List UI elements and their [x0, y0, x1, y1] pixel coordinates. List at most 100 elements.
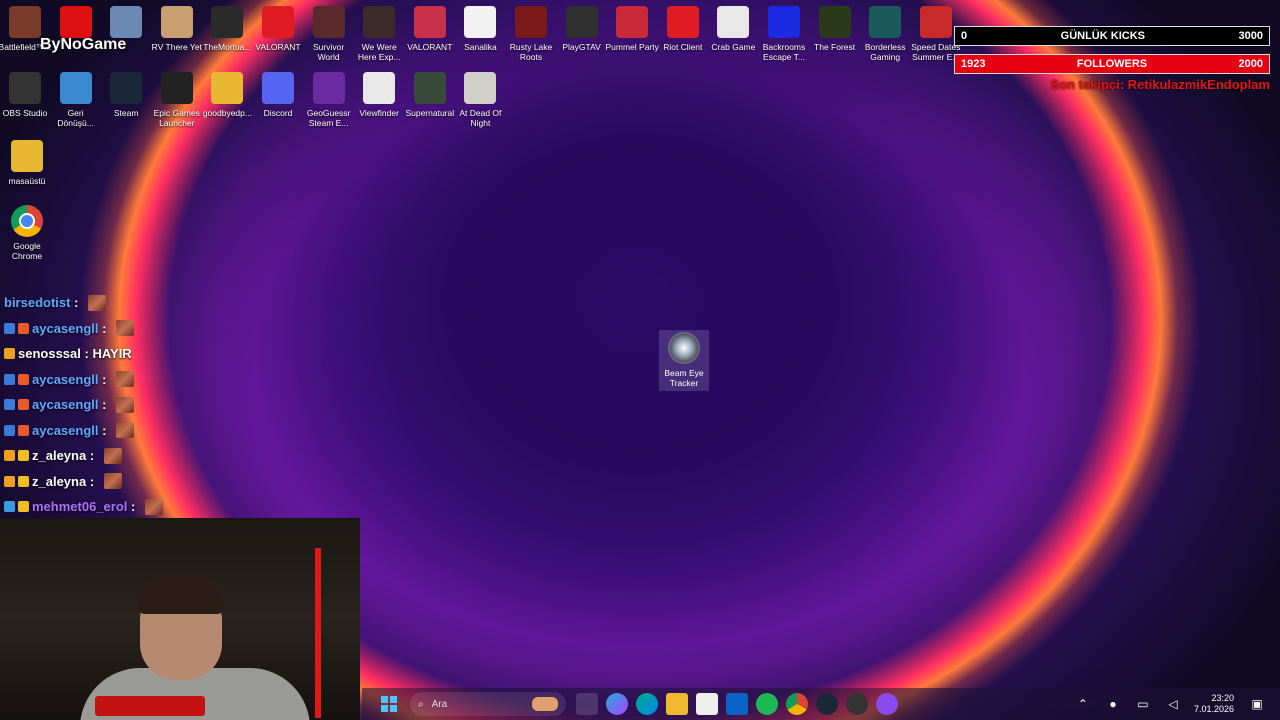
chat-username: aycasengll: [32, 320, 99, 336]
chat-badge-icon: [4, 322, 15, 334]
desktop-icon-label: VALORANT: [407, 42, 453, 52]
desktop-icon-label: At Dead Of Night: [459, 108, 502, 128]
desktop-icon-label: Geri Dönüşü...: [57, 108, 94, 128]
app-icon: [211, 6, 244, 38]
desktop-icon[interactable]: Steam: [99, 72, 153, 118]
chat-badge-icon: [4, 373, 15, 385]
edge-icon[interactable]: [636, 693, 658, 715]
chat-overlay: birsedotist : aycasengll : senosssal : H…: [4, 290, 354, 520]
app-icon: [160, 6, 193, 38]
desktop-icon[interactable]: Crab Game: [706, 6, 760, 52]
desktop-icon-beam-eye-tracker[interactable]: Beam Eye Tracker: [659, 330, 709, 391]
desktop-icon[interactable]: Viewfinder: [352, 72, 406, 118]
volume-icon[interactable]: ◁: [1162, 693, 1184, 715]
outlook-icon[interactable]: [726, 693, 748, 715]
desktop-icon-label: Riot Client: [663, 42, 703, 52]
app-icon: [363, 6, 396, 38]
followers-goal-bar: 1923 FOLLOWERS 2000: [954, 54, 1270, 74]
chat-username: senosssal: [18, 346, 81, 362]
chat-separator: :: [98, 397, 111, 413]
desktop-icon[interactable]: RV There Yet: [150, 6, 204, 52]
desktop-icon[interactable]: Discord: [251, 72, 305, 118]
copilot-icon[interactable]: [606, 693, 628, 715]
desktop-icon-label: Beam Eye Tracker: [664, 368, 704, 388]
chat-badge-icon: [18, 399, 29, 411]
desktop-icon[interactable]: Epic Games Launcher: [150, 72, 204, 128]
app-icon: [464, 6, 497, 38]
desktop-icon[interactable]: The Forest: [808, 6, 862, 52]
desktop-icon[interactable]: Geri Dönüşü...: [49, 72, 103, 128]
microphone-icon[interactable]: ●: [1102, 693, 1124, 715]
desktop-icon[interactable]: Rusty Lake Roots: [504, 6, 558, 62]
chat-username: z_aleyna: [32, 448, 87, 464]
chat-message: birsedotist :: [4, 290, 354, 316]
desktop-icon-label: Discord: [263, 108, 293, 118]
chat-message: mehmet06_erol :: [4, 494, 354, 520]
chat-username: z_aleyna: [32, 473, 87, 489]
file-explorer-icon[interactable]: [666, 693, 688, 715]
desktop-icon[interactable]: Pummel Party: [605, 6, 659, 52]
chat-separator: :: [86, 473, 98, 489]
steam-taskbar-icon[interactable]: [816, 693, 838, 715]
windows-start-icon[interactable]: [378, 693, 400, 715]
chat-emote-icon: [116, 396, 135, 413]
chat-emote-icon: [116, 371, 135, 388]
app-icon: [110, 6, 143, 38]
spotify-icon[interactable]: [756, 693, 778, 715]
chevron-up-icon[interactable]: ⌃: [1072, 693, 1094, 715]
desktop-icon[interactable]: OBS Studio: [0, 72, 52, 118]
desktop-icon-label: We Were Here Exp...: [357, 42, 401, 62]
desktop-icon[interactable]: Riot Client: [656, 6, 710, 52]
desktop-icon[interactable]: VALORANT: [251, 6, 305, 52]
app-icon: [413, 72, 446, 104]
desktop-icon[interactable]: Survivor World: [302, 6, 356, 62]
system-tray: ⌃ ● ▭ ◁ 23:20 7.01.2026 ▣: [1068, 688, 1272, 720]
desktop-icon[interactable]: We Were Here Exp...: [352, 6, 406, 62]
twitch-app-icon[interactable]: [876, 693, 898, 715]
desktop-icon-label: Rusty Lake Roots: [509, 42, 553, 62]
chat-separator: :: [98, 371, 111, 387]
desktop-icon-label: TheMortua...: [203, 42, 252, 52]
app-icon: [515, 6, 547, 38]
desktop-icon-label: Borderless Gaming: [864, 42, 906, 62]
obs-taskbar-icon[interactable]: [846, 693, 868, 715]
chat-badge-icon: [18, 424, 29, 436]
chrome-taskbar-icon[interactable]: [786, 693, 808, 715]
webcam-person-hair: [138, 574, 224, 614]
desktop-icon[interactable]: Borderless Gaming: [858, 6, 912, 62]
chat-badge-icon: [4, 348, 15, 360]
app-icon: [9, 72, 41, 104]
network-icon[interactable]: ▭: [1132, 693, 1154, 715]
desktop-icon-label: goodbyedp...: [202, 108, 252, 118]
desktop-icon[interactable]: PlayGTAV: [555, 6, 609, 52]
desktop-icon-label: The Forest: [814, 42, 856, 52]
desktop-icon[interactable]: GeoGuessr Steam E...: [302, 72, 356, 128]
desktop-icon[interactable]: goodbyedp...: [200, 72, 254, 118]
app-icon: [312, 6, 345, 38]
chat-message: senosssal : HAYIR: [4, 341, 354, 367]
desktop-icon[interactable]: VALORANT: [403, 6, 457, 52]
task-view-icon[interactable]: [576, 693, 598, 715]
app-icon: [160, 72, 193, 104]
kicks-current: 0: [961, 30, 968, 42]
chat-separator: :: [127, 499, 139, 515]
desktop-icon[interactable]: Backrooms Escape T...: [757, 6, 811, 62]
desktop-icon-masaustu[interactable]: masaüstü: [0, 140, 54, 186]
chat-username: aycasengll: [32, 371, 99, 387]
taskbar-clock[interactable]: 23:20 7.01.2026: [1194, 693, 1234, 715]
desktop-icon[interactable]: At Dead Of Night: [453, 72, 507, 128]
store-icon[interactable]: [696, 693, 718, 715]
notification-icon[interactable]: ▣: [1246, 693, 1268, 715]
desktop-icon[interactable]: TheMortua...: [200, 6, 254, 52]
app-icon: [616, 6, 649, 38]
desktop-icon[interactable]: Supernatural: [403, 72, 457, 118]
clock-time: 23:20: [1211, 693, 1234, 703]
webcam-microphone: [95, 696, 205, 716]
desktop-icon-google-chrome[interactable]: Google Chrome: [0, 205, 54, 261]
taskbar-search-input[interactable]: ⌕ Ara: [410, 692, 566, 716]
chat-message: z_aleyna :: [4, 469, 354, 495]
desktop-icon[interactable]: Sanalika: [453, 6, 507, 52]
app-icon: [363, 72, 396, 104]
app-icon: [919, 6, 952, 38]
chat-message: aycasengll :: [4, 418, 354, 444]
